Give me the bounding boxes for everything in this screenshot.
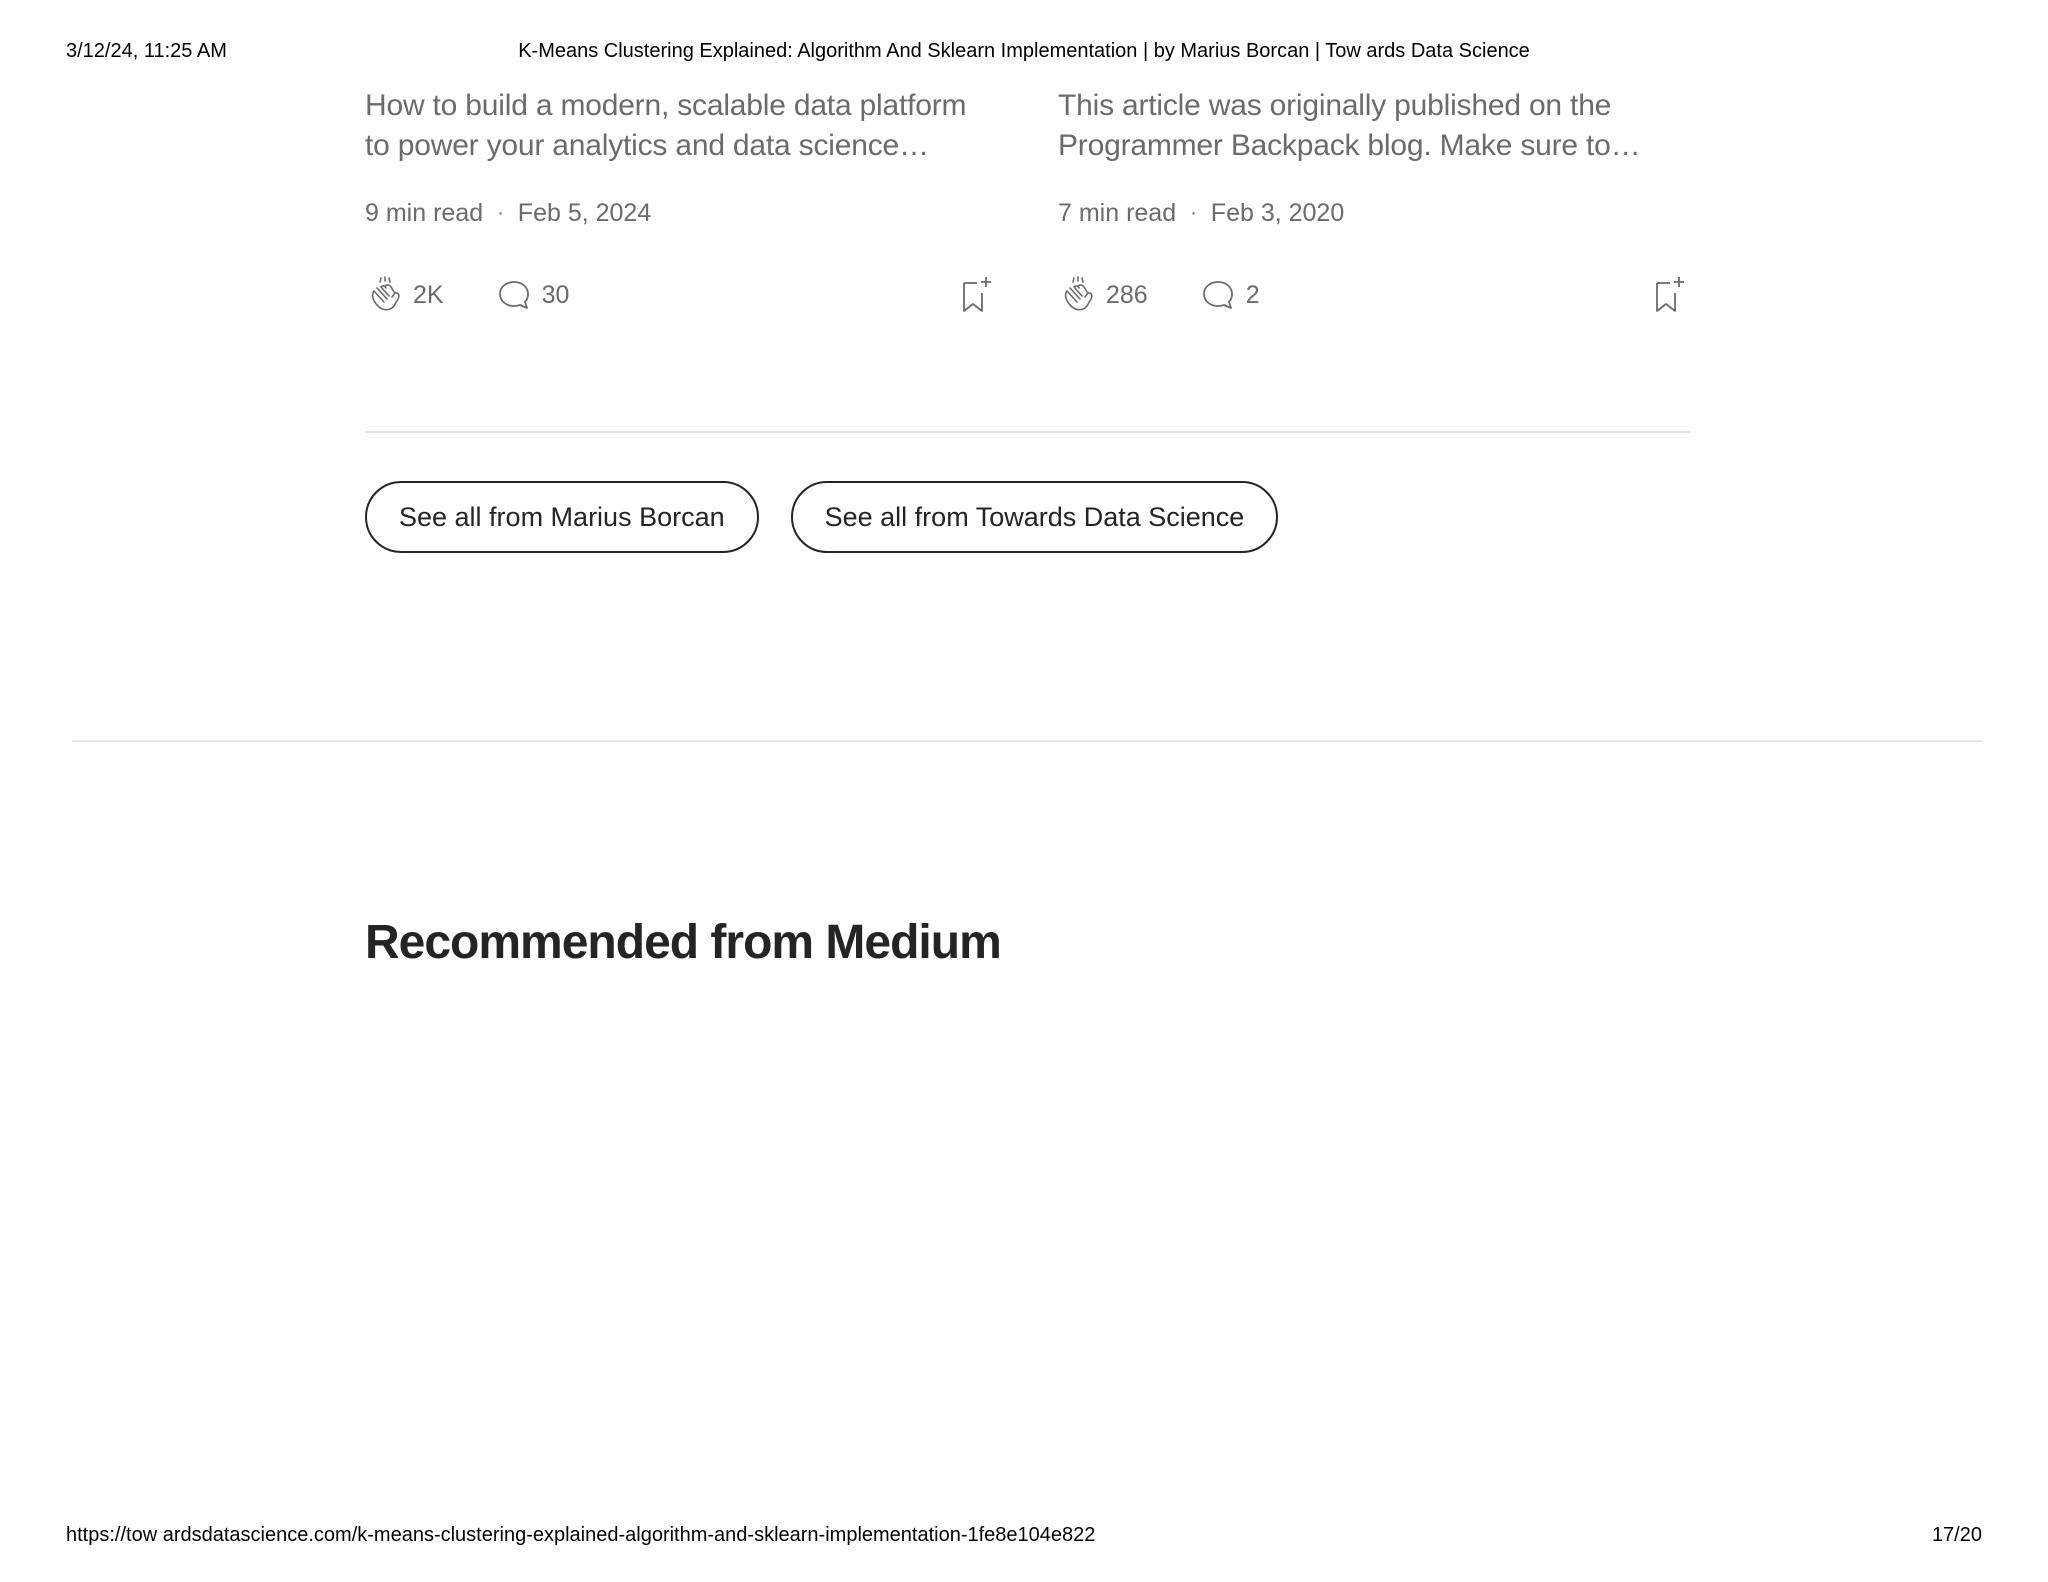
clap-icon <box>1058 275 1098 315</box>
article-meta: 9 min read · Feb 5, 2024 <box>365 198 995 228</box>
clap-count: 2K <box>413 280 444 309</box>
responses-button[interactable]: 30 <box>486 277 570 313</box>
print-footer: https://tow ardsdatascience.com/k-means-… <box>0 1524 2048 1548</box>
publish-date: Feb 3, 2020 <box>1210 198 1345 227</box>
read-time: 7 min read <box>1058 198 1177 227</box>
article-actions: 286 2 <box>1058 273 1688 317</box>
clap-button[interactable]: 286 <box>1058 275 1148 315</box>
publish-date: Feb 5, 2024 <box>517 198 652 227</box>
page-divider <box>72 740 1982 742</box>
save-button[interactable] <box>957 273 995 315</box>
clap-button[interactable]: 2K <box>365 275 444 315</box>
bookmark-add-icon <box>1650 273 1688 315</box>
clap-count: 286 <box>1106 280 1148 309</box>
response-icon <box>496 277 532 313</box>
clap-icon <box>365 275 405 315</box>
section-divider <box>365 431 1690 433</box>
see-all-author-button[interactable]: See all from Marius Borcan <box>365 481 759 553</box>
article-description[interactable]: This article was originally published on… <box>1058 86 1688 166</box>
print-page-number: 17/20 <box>1931 1524 1982 1546</box>
article-card[interactable]: This article was originally published on… <box>1058 86 1688 317</box>
response-icon <box>1200 277 1236 313</box>
response-count: 30 <box>541 280 570 309</box>
print-url: https://tow ardsdatascience.com/k-means-… <box>66 1524 1096 1546</box>
article-description[interactable]: How to build a modern, scalable data pla… <box>365 86 995 166</box>
print-page-title: K-Means Clustering Explained: Algorithm … <box>518 40 1530 62</box>
article-meta: 7 min read · Feb 3, 2020 <box>1058 198 1688 228</box>
response-count: 2 <box>1245 280 1260 309</box>
see-all-publication-button[interactable]: See all from Towards Data Science <box>790 481 1279 553</box>
article-card[interactable]: How to build a modern, scalable data pla… <box>365 86 995 317</box>
bookmark-add-icon <box>957 273 995 315</box>
see-all-buttons: See all from Marius Borcan See all from … <box>365 481 1279 553</box>
print-header: 3/12/24, 11:25 AM K-Means Clustering Exp… <box>0 40 2048 64</box>
meta-separator: · <box>497 201 504 224</box>
read-time: 9 min read <box>365 198 484 227</box>
responses-button[interactable]: 2 <box>1190 277 1260 313</box>
save-button[interactable] <box>1650 273 1688 315</box>
article-actions: 2K 30 <box>365 273 995 317</box>
recommended-heading: Recommended from Medium <box>365 916 1002 969</box>
meta-separator: · <box>1190 201 1197 224</box>
